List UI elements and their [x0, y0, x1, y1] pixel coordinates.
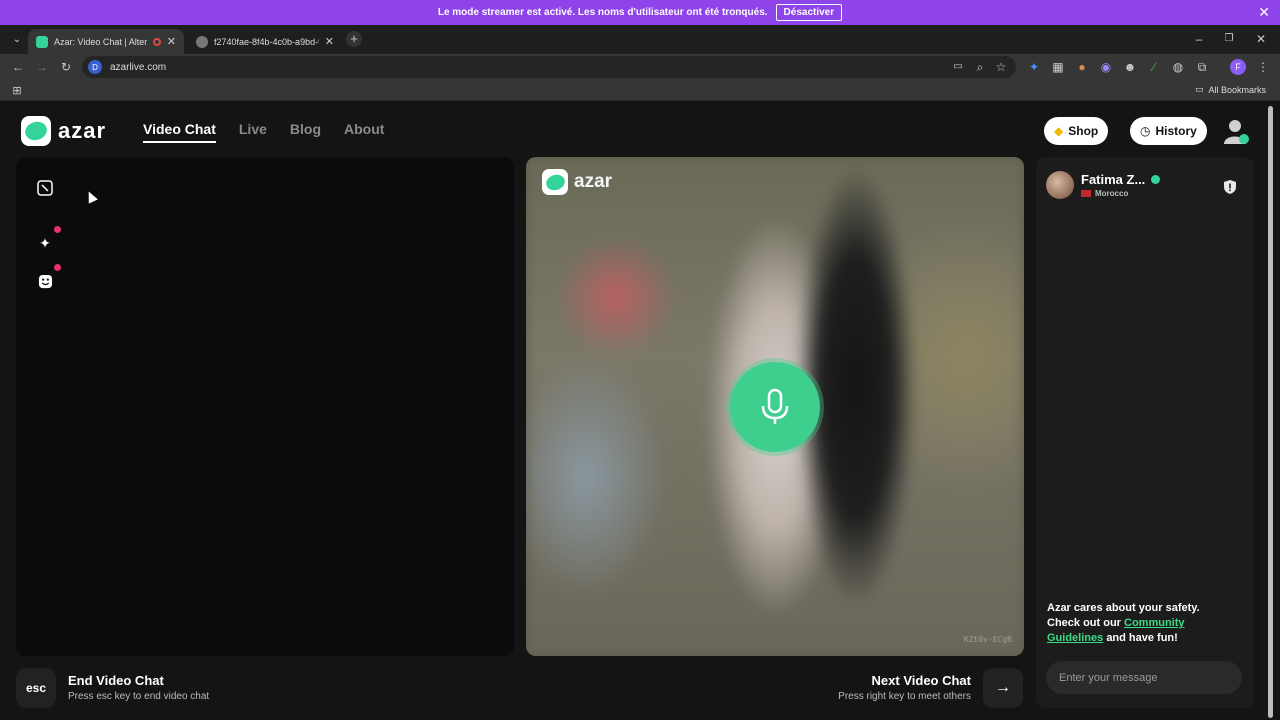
microphone-button[interactable] — [730, 362, 820, 452]
page-scrollbar[interactable] — [1266, 104, 1274, 720]
bookmark-star-icon[interactable]: ☆ — [993, 59, 1009, 75]
extension-cookie-icon[interactable]: ● — [1074, 59, 1090, 75]
recording-icon — [152, 37, 161, 46]
tab-blank[interactable]: f2740fae-8f4b-4c0b-a9bd-9207 ✕ — [188, 29, 342, 54]
browser-toolbar: ← → ↻ D azarlive.com ▭ ⌕ ☆ ✦ ▦ ● ◉ ☻ ⁄ ◍… — [0, 54, 1280, 80]
close-tab-icon[interactable]: ✕ — [167, 35, 176, 48]
report-shield-icon[interactable] — [1223, 179, 1237, 195]
azar-logo-icon — [21, 116, 51, 146]
extension-pin-icon[interactable]: ✦ — [1026, 59, 1042, 75]
partner-avatar — [1046, 171, 1074, 199]
site-info-icon[interactable]: D — [88, 60, 102, 74]
extension-circle-icon[interactable]: ◍ — [1170, 59, 1186, 75]
effects-sparkle-icon[interactable]: ✦ — [34, 226, 61, 254]
streamer-mode-banner: Le mode streamer est activé. Les noms d'… — [0, 0, 1280, 25]
nav-blog[interactable]: Blog — [290, 121, 321, 143]
safety-notice: Azar cares about your safety. Check out … — [1047, 601, 1237, 646]
azar-logo-icon — [542, 169, 568, 195]
extension-planet-icon[interactable]: ◉ — [1098, 59, 1114, 75]
nav-about[interactable]: About — [344, 121, 384, 143]
shop-button[interactable]: ◆ Shop — [1044, 117, 1109, 145]
self-view-panel: ✦ — [16, 157, 514, 656]
clock-icon: ◷ — [1140, 124, 1151, 138]
zoom-icon[interactable]: ⌕ — [972, 59, 988, 75]
morocco-flag-icon — [1081, 190, 1091, 197]
nav-live[interactable]: Live — [239, 121, 267, 143]
all-bookmarks-label: All Bookmarks — [1208, 84, 1266, 95]
next-chat-hint: Press right key to meet others — [838, 691, 971, 702]
cast-icon[interactable]: ▭ — [950, 59, 966, 75]
watermark-text: azar — [574, 171, 613, 192]
restore-icon[interactable]: ❐ — [1221, 31, 1237, 47]
history-button[interactable]: ◷ History — [1130, 117, 1207, 145]
close-window-icon[interactable]: ✕ — [1253, 31, 1269, 47]
menu-dots-icon[interactable]: ⋮ — [1255, 59, 1271, 75]
tab-title: f2740fae-8f4b-4c0b-a9bd-9207 — [214, 36, 319, 47]
profile-avatar[interactable]: F — [1230, 59, 1246, 75]
shrink-icon[interactable] — [34, 177, 56, 199]
next-chat-arrow-button[interactable]: → — [983, 668, 1023, 708]
minimize-icon[interactable]: – — [1191, 31, 1207, 47]
folder-icon: ▭ — [1194, 84, 1204, 94]
safety-line1: Azar cares about your safety. — [1047, 602, 1200, 614]
verified-badge-icon — [1151, 175, 1161, 184]
extension-slash-icon[interactable]: ⁄ — [1146, 59, 1162, 75]
forward-icon[interactable]: → — [34, 59, 50, 75]
all-bookmarks[interactable]: ▭ All Bookmarks — [1195, 84, 1266, 95]
end-chat-key-button[interactable]: esc — [16, 668, 56, 708]
tab-search-chevron-icon[interactable]: ⌄ — [9, 32, 25, 48]
message-input[interactable] — [1046, 661, 1242, 694]
extensions-puzzle-icon[interactable]: ⧉ — [1194, 59, 1210, 75]
history-label: History — [1155, 124, 1197, 138]
extension-grid-icon[interactable]: ▦ — [1050, 59, 1066, 75]
close-banner-icon[interactable]: ✕ — [1258, 4, 1270, 20]
reload-icon[interactable]: ↻ — [58, 59, 74, 75]
mouse-cursor-icon — [84, 189, 98, 204]
bookmarks-bar: ⊞ ▭ All Bookmarks — [0, 80, 1280, 101]
apps-grid-icon[interactable]: ⊞ — [9, 83, 25, 99]
end-chat-hint: Press esc key to end video chat — [68, 691, 210, 702]
chat-panel: Fatima Z... Morocco Azar cares about you… — [1036, 157, 1254, 708]
sticker-face-icon[interactable] — [34, 264, 61, 292]
safety-line2: Check out our — [1047, 617, 1121, 629]
streamer-message: Le mode streamer est activé. Les noms d'… — [437, 7, 768, 18]
video-watermark-logo: azar — [542, 169, 612, 195]
disable-streamer-button[interactable]: Désactiver — [775, 4, 843, 21]
microphone-icon — [761, 388, 789, 424]
arrow-right-icon: → — [995, 679, 1011, 696]
extension-face-icon[interactable]: ☻ — [1122, 59, 1138, 75]
main-nav: Video Chat Live Blog About — [143, 121, 384, 143]
url-text[interactable]: azarlive.com — [110, 62, 166, 73]
end-chat-title[interactable]: End Video Chat — [68, 673, 164, 688]
tab-strip: ⌄ Azar: Video Chat | Alternati ✕ f2740fa… — [0, 25, 1280, 54]
partner-country: Morocco — [1095, 189, 1129, 198]
tab-azar[interactable]: Azar: Video Chat | Alternati ✕ — [28, 29, 184, 54]
video-session-code: KZt0v-ECgB — [963, 635, 1012, 644]
azar-app: azar Video Chat Live Blog About ◆ Shop ◷… — [0, 101, 1280, 720]
tab-title: Azar: Video Chat | Alternati — [54, 36, 147, 47]
azar-favicon-icon — [36, 35, 48, 48]
back-icon[interactable]: ← — [10, 59, 26, 75]
shop-label: Shop — [1068, 124, 1099, 138]
gem-icon: ◆ — [1054, 124, 1064, 138]
partner-info[interactable]: Fatima Z... Morocco — [1046, 171, 1161, 199]
globe-icon — [196, 35, 208, 48]
next-chat-title[interactable]: Next Video Chat — [872, 673, 971, 688]
logo-text: azar — [58, 118, 107, 143]
account-icon[interactable] — [1222, 117, 1250, 145]
azar-logo[interactable]: azar — [21, 116, 106, 146]
partner-name: Fatima Z... — [1081, 172, 1146, 187]
safety-end: and have fun! — [1106, 632, 1178, 644]
close-tab-icon[interactable]: ✕ — [325, 35, 334, 48]
partner-video-panel: azar KZt0v-ECgB — [526, 157, 1024, 656]
nav-video-chat[interactable]: Video Chat — [143, 121, 216, 143]
address-bar[interactable]: D azarlive.com — [82, 56, 1016, 78]
new-tab-icon[interactable]: + — [346, 31, 362, 47]
